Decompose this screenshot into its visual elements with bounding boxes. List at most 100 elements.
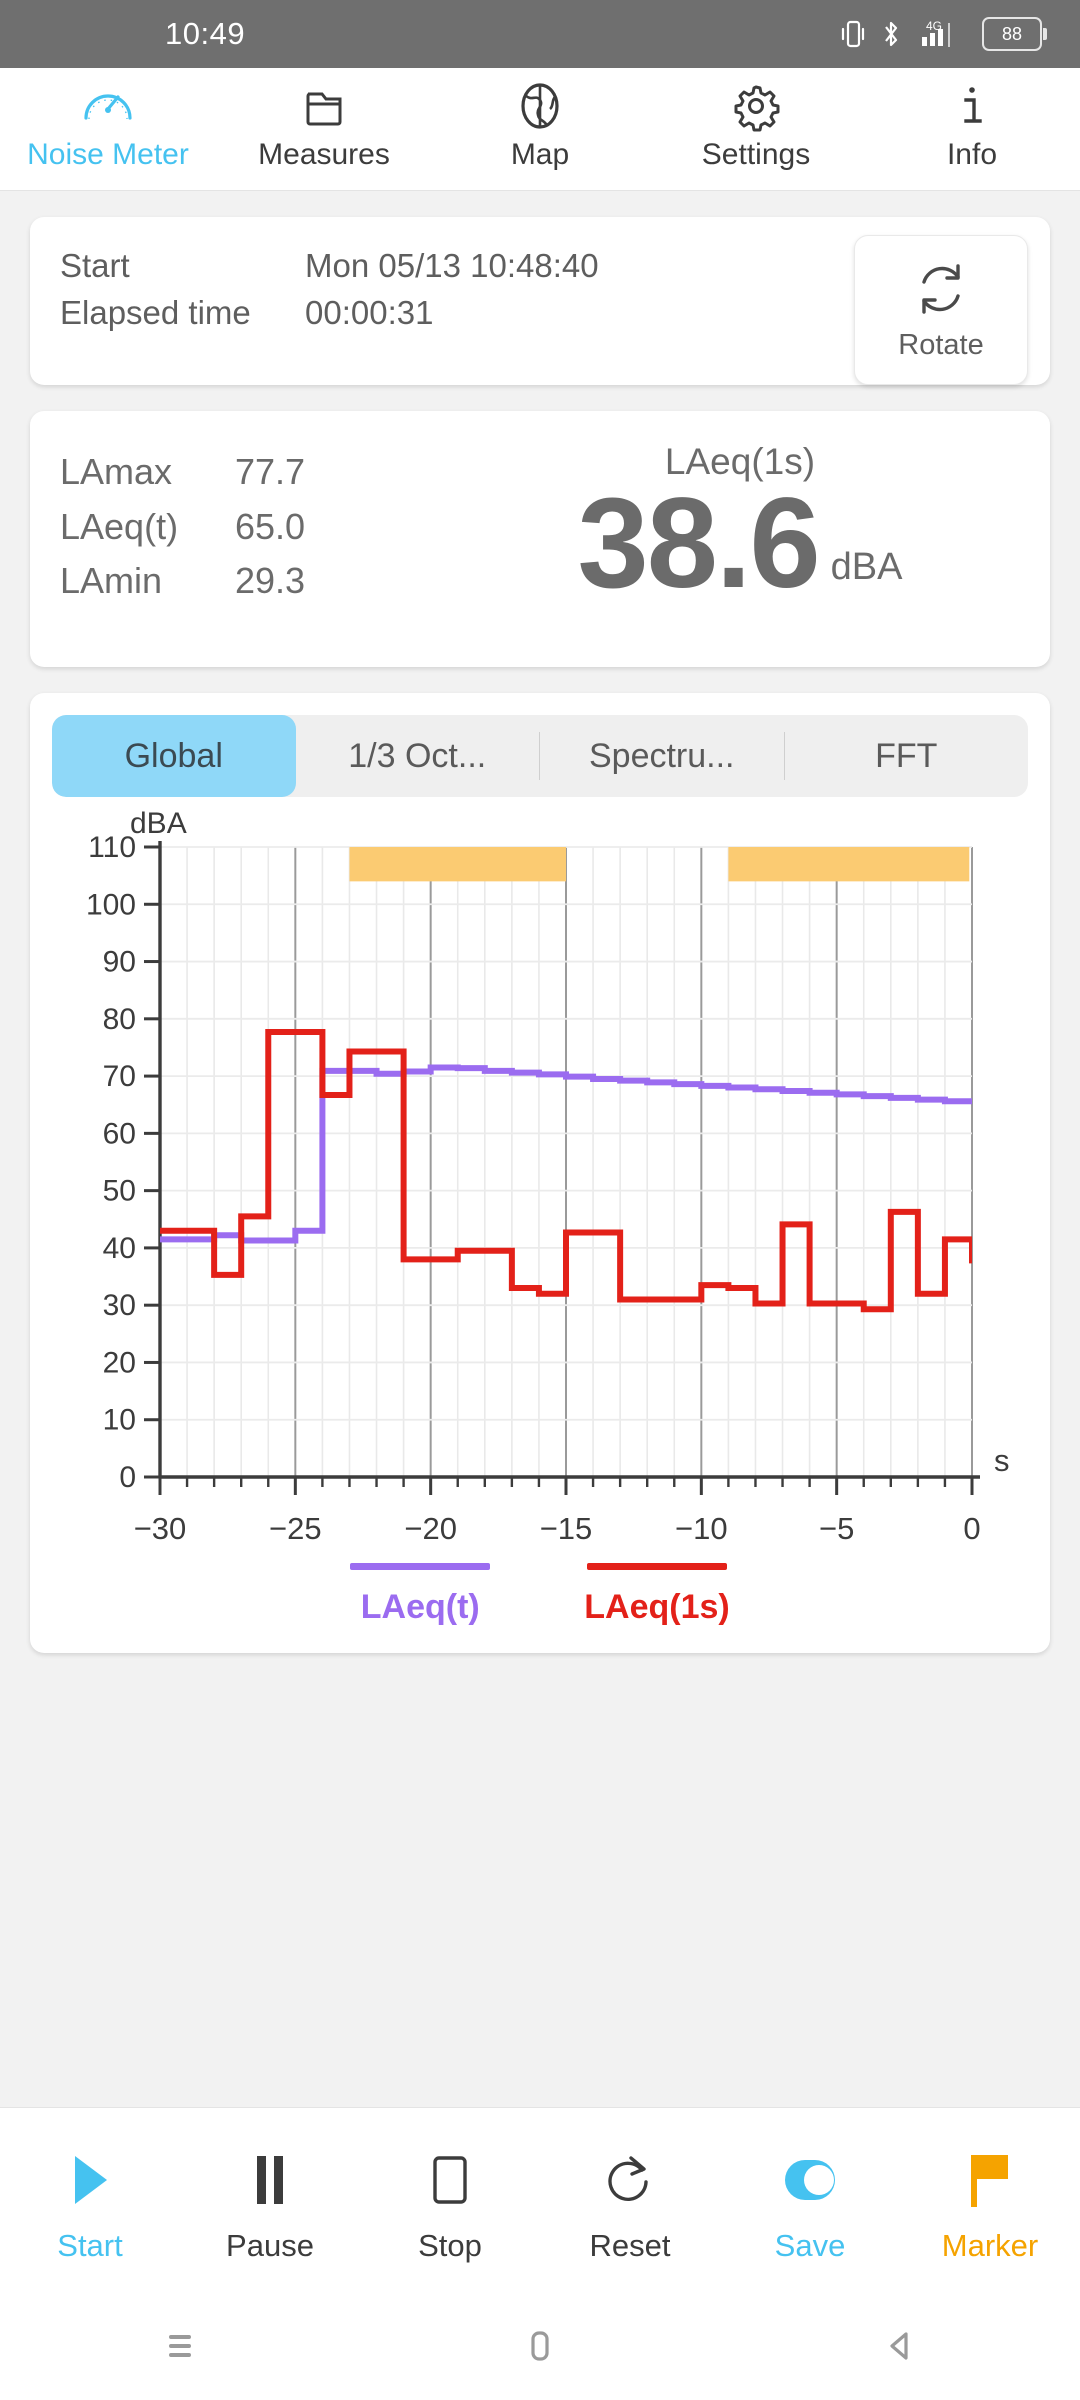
lamax-label: LAmax [60, 451, 173, 492]
recents-button[interactable] [0, 2324, 360, 2373]
start-value: Mon 05/13 10:48:40 [305, 247, 599, 284]
android-nav-bar [0, 2296, 1080, 2400]
start-label: Start [60, 247, 130, 284]
tab-third-octave[interactable]: 1/3 Oct... [296, 715, 540, 797]
chart-legend: LAeq(t) LAeq(1s) [52, 1563, 1028, 1627]
svg-text:s: s [994, 1443, 1010, 1478]
lamax-row: LAmax 77.7 [60, 445, 460, 500]
pause-label: Pause [226, 2227, 314, 2263]
stop-label: Stop [418, 2227, 482, 2263]
flag-icon [960, 2144, 1020, 2216]
nav-label: Map [510, 138, 570, 171]
tab-spectrum[interactable]: Spectru... [540, 715, 784, 797]
home-icon [518, 2324, 562, 2373]
elapsed-value: 00:00:31 [305, 293, 434, 331]
lamin-label: LAmin [60, 560, 163, 602]
legend-swatch [350, 1563, 491, 1570]
status-time: 10:49 [165, 16, 246, 51]
lamin-row: LAmin 29.3 [60, 554, 460, 609]
legend-label: LAeq(1s) [584, 1588, 730, 1626]
tab-label: FFT [875, 736, 938, 775]
chart-svg: 0 10 20 30 40 50 60 70 80 90 100 110dBA −30 −25 −20 −15… [86, 811, 1010, 1546]
nav-item-settings[interactable]: Settings [648, 78, 864, 170]
tab-fft[interactable]: FFT [785, 715, 1029, 797]
noise-level-chart[interactable]: 0 10 20 30 40 50 60 70 80 90 100 110 dBA −30 −25 −20 −15… [52, 811, 1052, 1551]
laeqt-value: 65.0 [235, 505, 306, 547]
reset-button[interactable]: Reset [540, 2144, 720, 2261]
svg-text:0: 0 [119, 1461, 136, 1494]
svg-text:−5: −5 [819, 1511, 854, 1546]
save-label: Save [774, 2227, 846, 2263]
lamax-value: 77.7 [235, 451, 306, 492]
pause-icon [242, 2144, 298, 2216]
rotate-button[interactable]: Rotate [854, 235, 1028, 385]
signal-icon: 4G [916, 18, 968, 50]
back-button[interactable] [720, 2324, 1080, 2373]
nav-item-info[interactable]: Info [864, 78, 1080, 170]
app-screen: 10:49 4G 88 Noise Meter Measures Map Set… [0, 0, 1080, 2400]
tab-label: Spectru... [588, 736, 735, 775]
nav-item-map[interactable]: Map [432, 78, 648, 170]
battery-level: 88 [1001, 23, 1023, 44]
svg-text:30: 30 [103, 1289, 136, 1322]
gauge-icon [80, 78, 136, 134]
transport-toolbar: Start Pause Stop Reset Save Marker [0, 2107, 1080, 2296]
nav-item-noise-meter[interactable]: Noise Meter [0, 78, 216, 170]
home-button[interactable] [360, 2324, 720, 2373]
reset-icon [602, 2144, 658, 2216]
svg-text:40: 40 [103, 1232, 136, 1265]
svg-text:−15: −15 [540, 1511, 593, 1546]
start-button[interactable]: Start [0, 2144, 180, 2261]
gear-icon [728, 78, 784, 134]
info-icon [944, 78, 1000, 134]
laeqt-label: LAeq(t) [60, 505, 179, 547]
nav-item-measures[interactable]: Measures [216, 78, 432, 170]
tab-global[interactable]: Global [52, 715, 296, 797]
bluetooth-icon [880, 19, 902, 49]
tab-label: Global [124, 736, 223, 775]
reset-label: Reset [589, 2227, 671, 2263]
marker-label: Marker [941, 2227, 1039, 2263]
status-bar: 10:49 4G 88 [0, 0, 1080, 68]
svg-text:10: 10 [103, 1404, 136, 1437]
current-level: LAeq(1s) 38.6 dBA [460, 437, 1020, 637]
current-level-unit: dBA [830, 546, 903, 589]
svg-text:100: 100 [86, 888, 136, 921]
session-card: Start Mon 05/13 10:48:40 Elapsed time 00… [30, 217, 1050, 385]
marker-button[interactable]: Marker [900, 2144, 1080, 2261]
svg-text:110: 110 [88, 831, 136, 864]
svg-text:dBA: dBA [130, 811, 187, 840]
laeqt-row: LAeq(t) 65.0 [60, 500, 460, 555]
top-navigation: Noise Meter Measures Map Settings Info [0, 68, 1080, 191]
legend-swatch [587, 1563, 727, 1570]
battery-icon: 88 [982, 17, 1047, 51]
svg-text:90: 90 [103, 946, 136, 979]
rotate-icon [910, 258, 972, 325]
svg-text:60: 60 [103, 1117, 136, 1150]
chart-tab-bar: Global 1/3 Oct... Spectru... FFT [52, 715, 1028, 797]
pause-button[interactable]: Pause [180, 2144, 360, 2261]
current-level-row: 38.6 dBA [577, 472, 903, 615]
current-level-value: 38.6 [577, 472, 821, 615]
status-icons: 4G 88 [840, 17, 1047, 51]
stop-button[interactable]: Stop [360, 2144, 540, 2261]
svg-text:20: 20 [103, 1346, 136, 1379]
svg-text:−20: −20 [404, 1511, 457, 1546]
nav-label: Noise Meter [27, 138, 189, 171]
stop-icon [422, 2144, 478, 2216]
levels-stats: LAmax 77.7 LAeq(t) 65.0 LAmin 29.3 [60, 437, 460, 637]
svg-text:0: 0 [963, 1511, 980, 1546]
nav-label: Measures [258, 138, 390, 171]
lamin-value: 29.3 [235, 560, 306, 602]
svg-text:50: 50 [103, 1175, 136, 1208]
legend-item-laeqt: LAeq(t) [350, 1563, 491, 1627]
elapsed-label: Elapsed time [60, 293, 251, 331]
save-toggle[interactable]: Save [720, 2144, 900, 2261]
toggle-on-icon [775, 2144, 845, 2216]
nav-label: Settings [701, 138, 811, 171]
svg-text:80: 80 [103, 1003, 136, 1036]
tab-label: 1/3 Oct... [348, 736, 487, 775]
svg-text:−25: −25 [269, 1511, 322, 1546]
legend-label: LAeq(t) [360, 1588, 480, 1626]
vibrate-icon [840, 19, 866, 49]
